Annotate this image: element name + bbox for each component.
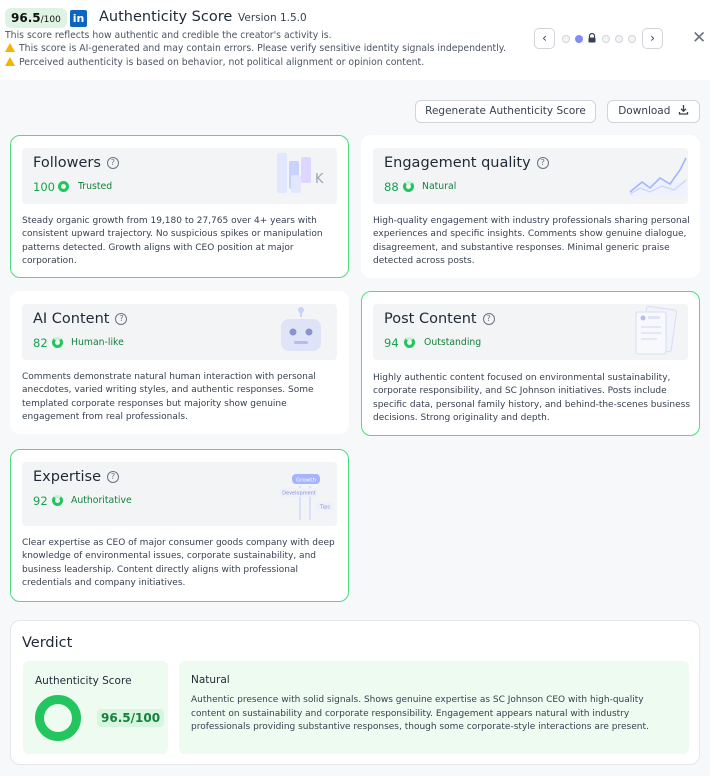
- score-label: Outstanding: [424, 337, 482, 348]
- followers-illustration-icon: K: [277, 153, 324, 193]
- svg-text:Growth: Growth: [296, 478, 316, 484]
- svg-text:Tips: Tips: [319, 505, 330, 511]
- regenerate-button[interactable]: Regenerate Authenticity Score: [415, 100, 596, 123]
- card-description: Comments demonstrate natural human inter…: [22, 372, 316, 422]
- score-value: 94: [384, 336, 399, 350]
- card-engagement: Engagement quality? 88 Natural High-qual…: [361, 135, 700, 278]
- card-header: Followers? 100 Trusted K: [22, 148, 337, 204]
- card-description: Clear expertise as CEO of major consumer…: [22, 538, 335, 588]
- card-description: Steady organic growth from 19,180 to 27,…: [22, 216, 323, 266]
- score-value: 92: [33, 494, 48, 508]
- chevron-right-icon: ›: [650, 31, 655, 45]
- pager-dot[interactable]: [602, 35, 610, 43]
- card-title: AI Content?: [33, 311, 128, 327]
- score-label: Authoritative: [71, 495, 132, 506]
- authenticity-score-box: Authenticity Score 96.5/100: [23, 661, 168, 754]
- score-ring-icon: [52, 495, 63, 506]
- download-icon: [678, 105, 688, 115]
- pager-dot[interactable]: [562, 35, 570, 43]
- page-title: Authenticity Score: [99, 9, 233, 25]
- score-ring-icon: [403, 181, 414, 192]
- help-icon[interactable]: ?: [482, 313, 495, 325]
- help-icon[interactable]: ?: [106, 157, 119, 169]
- card-description: Highly authentic content focused on envi…: [373, 373, 691, 423]
- pager-dot-active[interactable]: [575, 35, 583, 43]
- card-ai-content: AI Content? 82 Human-like Comments demon…: [10, 291, 349, 434]
- card-followers: Followers? 100 Trusted K Steady organic …: [10, 135, 349, 278]
- score-ring-icon: [52, 337, 63, 348]
- score-value: 88: [384, 180, 399, 194]
- verdict-panel: Verdict Authenticity Score 96.5/100 Natu…: [10, 620, 700, 765]
- verdict-text: Authentic presence with solid signals. S…: [191, 695, 649, 732]
- verdict-title: Verdict: [22, 635, 73, 651]
- card-header: Post Content? 94 Outstanding: [373, 304, 688, 360]
- download-label: Download: [618, 105, 671, 117]
- warning-line-2: Perceived authenticity is based on behav…: [5, 57, 424, 68]
- warning-line-1: This score is AI-generated and may conta…: [5, 43, 506, 54]
- document-icon: [635, 306, 678, 355]
- lock-icon: [588, 33, 596, 43]
- linkedin-icon: in: [70, 10, 87, 27]
- score-ring-icon: [58, 181, 69, 192]
- card-header: Engagement quality? 88 Natural: [373, 148, 688, 204]
- download-button[interactable]: Download: [607, 100, 700, 123]
- authenticity-score-label: Authenticity Score: [35, 675, 132, 687]
- expertise-tree-icon: Growth Development Tips: [280, 474, 334, 520]
- next-button[interactable]: ›: [642, 28, 663, 49]
- card-title: Post Content?: [384, 311, 495, 327]
- score-label: Trusted: [78, 181, 113, 192]
- chevron-left-icon: ‹: [542, 31, 547, 45]
- card-header: Expertise? 92 Authoritative Growth Devel…: [22, 462, 337, 526]
- line-chart-illustration-icon: [629, 157, 687, 196]
- score-label: Natural: [422, 181, 457, 192]
- version-label: Version 1.5.0: [238, 12, 307, 24]
- card-title: Engagement quality?: [384, 155, 549, 171]
- card-post-content: Post Content? 94 Outstanding Highly auth…: [361, 291, 700, 436]
- score-pill: 96.5/100: [5, 8, 67, 28]
- pager-dot[interactable]: [615, 35, 623, 43]
- help-icon[interactable]: ?: [107, 471, 120, 483]
- score-label: Human-like: [71, 337, 124, 348]
- svg-text:Development: Development: [282, 491, 316, 497]
- card-description: High-quality engagement with industry pr…: [373, 216, 690, 266]
- verdict-summary-box: Natural Authentic presence with solid si…: [179, 661, 689, 754]
- score-value: 82: [33, 336, 48, 350]
- verdict-label: Natural: [191, 674, 230, 686]
- svg-text:K: K: [315, 172, 324, 187]
- authenticity-score-value: 96.5/100: [97, 709, 165, 727]
- score-value: 100: [33, 180, 55, 194]
- card-title: Followers?: [33, 155, 119, 171]
- score-donut-icon: [35, 695, 81, 741]
- card-header: AI Content? 82 Human-like: [22, 304, 337, 360]
- help-icon[interactable]: ?: [115, 313, 128, 325]
- prev-button[interactable]: ‹: [534, 28, 555, 49]
- pager-dot[interactable]: [628, 35, 636, 43]
- close-icon[interactable]: ✕: [692, 28, 706, 48]
- score-ring-icon: [404, 337, 415, 348]
- card-title: Expertise?: [33, 469, 120, 485]
- card-expertise: Expertise? 92 Authoritative Growth Devel…: [10, 449, 349, 602]
- warning-icon: [5, 43, 15, 52]
- robot-icon: [281, 307, 321, 351]
- warning-icon: [5, 57, 15, 66]
- subtitle: This score reflects how authentic and cr…: [5, 30, 332, 41]
- help-icon[interactable]: ?: [536, 157, 549, 169]
- header: 96.5/100 in Authenticity Score Version 1…: [0, 0, 710, 80]
